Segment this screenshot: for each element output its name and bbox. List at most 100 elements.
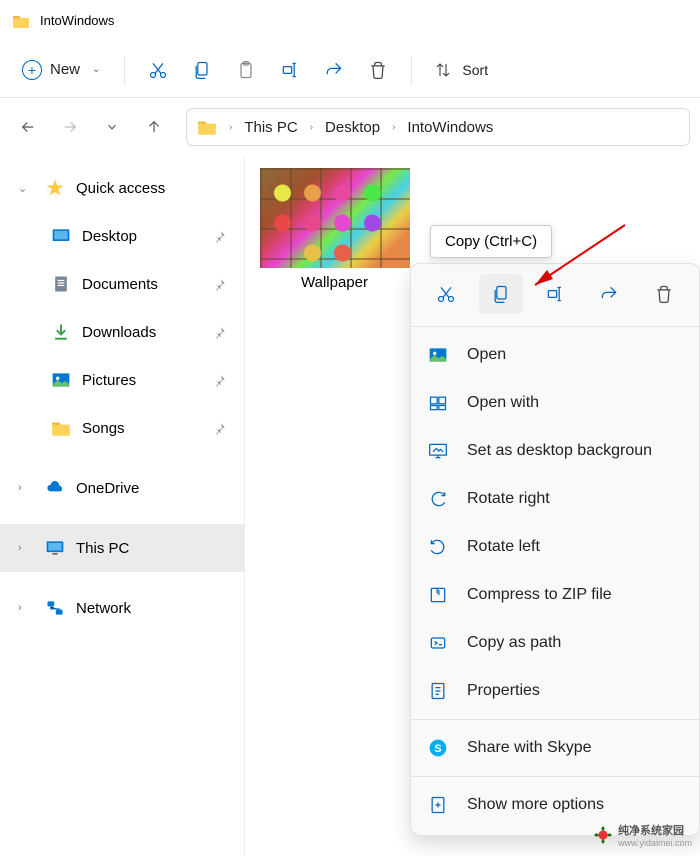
paste-button[interactable]	[225, 49, 267, 91]
copy-button[interactable]	[479, 274, 523, 314]
label: Open	[467, 346, 506, 364]
chevron-right-icon: ›	[229, 122, 232, 133]
copy-path-icon	[427, 632, 449, 654]
context-menu-set-desktop-bg[interactable]: Set as desktop backgroun	[411, 427, 699, 475]
folder-icon	[50, 417, 72, 439]
plus-circle-icon: +	[22, 60, 42, 80]
pin-icon	[213, 278, 226, 291]
cut-button[interactable]	[137, 49, 179, 91]
label: Downloads	[82, 324, 156, 341]
sidebar-item-pictures[interactable]: Pictures	[0, 356, 244, 404]
sidebar-item-songs[interactable]: Songs	[0, 404, 244, 452]
desktop-icon	[50, 225, 72, 247]
cut-button[interactable]	[424, 274, 468, 314]
folder-icon	[12, 12, 30, 30]
navigation-bar: › This PC › Desktop › IntoWindows	[0, 98, 700, 156]
share-button[interactable]	[313, 49, 355, 91]
label: OneDrive	[76, 480, 139, 497]
pin-icon	[213, 230, 226, 243]
copy-button[interactable]	[181, 49, 223, 91]
divider	[411, 326, 699, 327]
divider	[411, 719, 699, 720]
new-label: New	[50, 61, 80, 78]
breadcrumb-item[interactable]: Desktop	[325, 119, 380, 136]
label: This PC	[76, 540, 129, 557]
context-menu-rotate-left[interactable]: Rotate left	[411, 523, 699, 571]
up-button[interactable]	[136, 109, 172, 145]
sidebar-network[interactable]: › Network	[0, 584, 244, 632]
label: Share with Skype	[467, 739, 592, 757]
label: Songs	[82, 420, 125, 437]
svg-text:S: S	[434, 743, 441, 755]
back-button[interactable]	[10, 109, 46, 145]
sidebar-item-desktop[interactable]: Desktop	[0, 212, 244, 260]
tooltip: Copy (Ctrl+C)	[430, 225, 552, 258]
context-menu-rotate-right[interactable]: Rotate right	[411, 475, 699, 523]
chevron-right-icon: ›	[18, 542, 34, 554]
label: Show more options	[467, 796, 604, 814]
rename-button[interactable]	[269, 49, 311, 91]
properties-icon	[427, 680, 449, 702]
context-menu-properties[interactable]: Properties	[411, 667, 699, 715]
label: Copy as path	[467, 634, 561, 652]
pictures-icon	[50, 369, 72, 391]
pin-icon	[213, 422, 226, 435]
file-thumbnail	[260, 168, 410, 268]
label: Rotate right	[467, 490, 550, 508]
label: Network	[76, 600, 131, 617]
breadcrumb-item[interactable]: This PC	[244, 119, 297, 136]
file-tile[interactable]: Wallpaper	[257, 168, 412, 295]
label: Pictures	[82, 372, 136, 389]
chevron-right-icon: ›	[18, 482, 34, 494]
label: Rotate left	[467, 538, 540, 556]
forward-button[interactable]	[52, 109, 88, 145]
label: Properties	[467, 682, 540, 700]
folder-icon	[197, 117, 217, 137]
watermark-text2: www.yidaimei.com	[618, 838, 692, 848]
onedrive-icon	[44, 477, 66, 499]
chevron-right-icon: ›	[18, 602, 34, 614]
breadcrumb[interactable]: › This PC › Desktop › IntoWindows	[186, 108, 690, 146]
divider	[411, 56, 412, 84]
label: Open with	[467, 394, 539, 412]
rotate-left-icon	[427, 536, 449, 558]
pin-icon	[213, 374, 226, 387]
downloads-icon	[50, 321, 72, 343]
star-icon	[44, 177, 66, 199]
delete-button[interactable]	[642, 274, 686, 314]
window-title: IntoWindows	[40, 13, 114, 28]
delete-button[interactable]	[357, 49, 399, 91]
divider	[124, 56, 125, 84]
desktop-icon	[427, 440, 449, 462]
sidebar-thispc[interactable]: › This PC	[0, 524, 244, 572]
context-menu-open-with[interactable]: Open with	[411, 379, 699, 427]
documents-icon	[50, 273, 72, 295]
breadcrumb-item[interactable]: IntoWindows	[407, 119, 493, 136]
label: Set as desktop backgroun	[467, 442, 652, 460]
titlebar: IntoWindows	[0, 0, 700, 42]
label: Quick access	[76, 180, 165, 197]
sidebar-item-documents[interactable]: Documents	[0, 260, 244, 308]
chevron-right-icon: ›	[392, 122, 395, 133]
sort-button[interactable]: Sort	[424, 54, 498, 86]
sidebar-quick-access[interactable]: ⌄ Quick access	[0, 164, 244, 212]
show-more-icon	[427, 794, 449, 816]
sidebar-item-downloads[interactable]: Downloads	[0, 308, 244, 356]
context-menu-compress-zip[interactable]: Compress to ZIP file	[411, 571, 699, 619]
context-menu-copy-path[interactable]: Copy as path	[411, 619, 699, 667]
sort-label: Sort	[462, 62, 488, 78]
recent-dropdown[interactable]	[94, 109, 130, 145]
skype-icon: S	[427, 737, 449, 759]
sidebar: ⌄ Quick access Desktop Documents	[0, 156, 245, 856]
monitor-icon	[44, 537, 66, 559]
new-button[interactable]: + New ⌄	[10, 53, 112, 87]
divider	[411, 776, 699, 777]
chevron-down-icon: ⌄	[18, 182, 34, 195]
context-menu-open[interactable]: Open	[411, 331, 699, 379]
tooltip-text: Copy (Ctrl+C)	[445, 233, 537, 250]
zip-icon	[427, 584, 449, 606]
network-icon	[44, 597, 66, 619]
open-with-icon	[427, 392, 449, 414]
context-menu-share-skype[interactable]: S Share with Skype	[411, 724, 699, 772]
sidebar-onedrive[interactable]: › OneDrive	[0, 464, 244, 512]
